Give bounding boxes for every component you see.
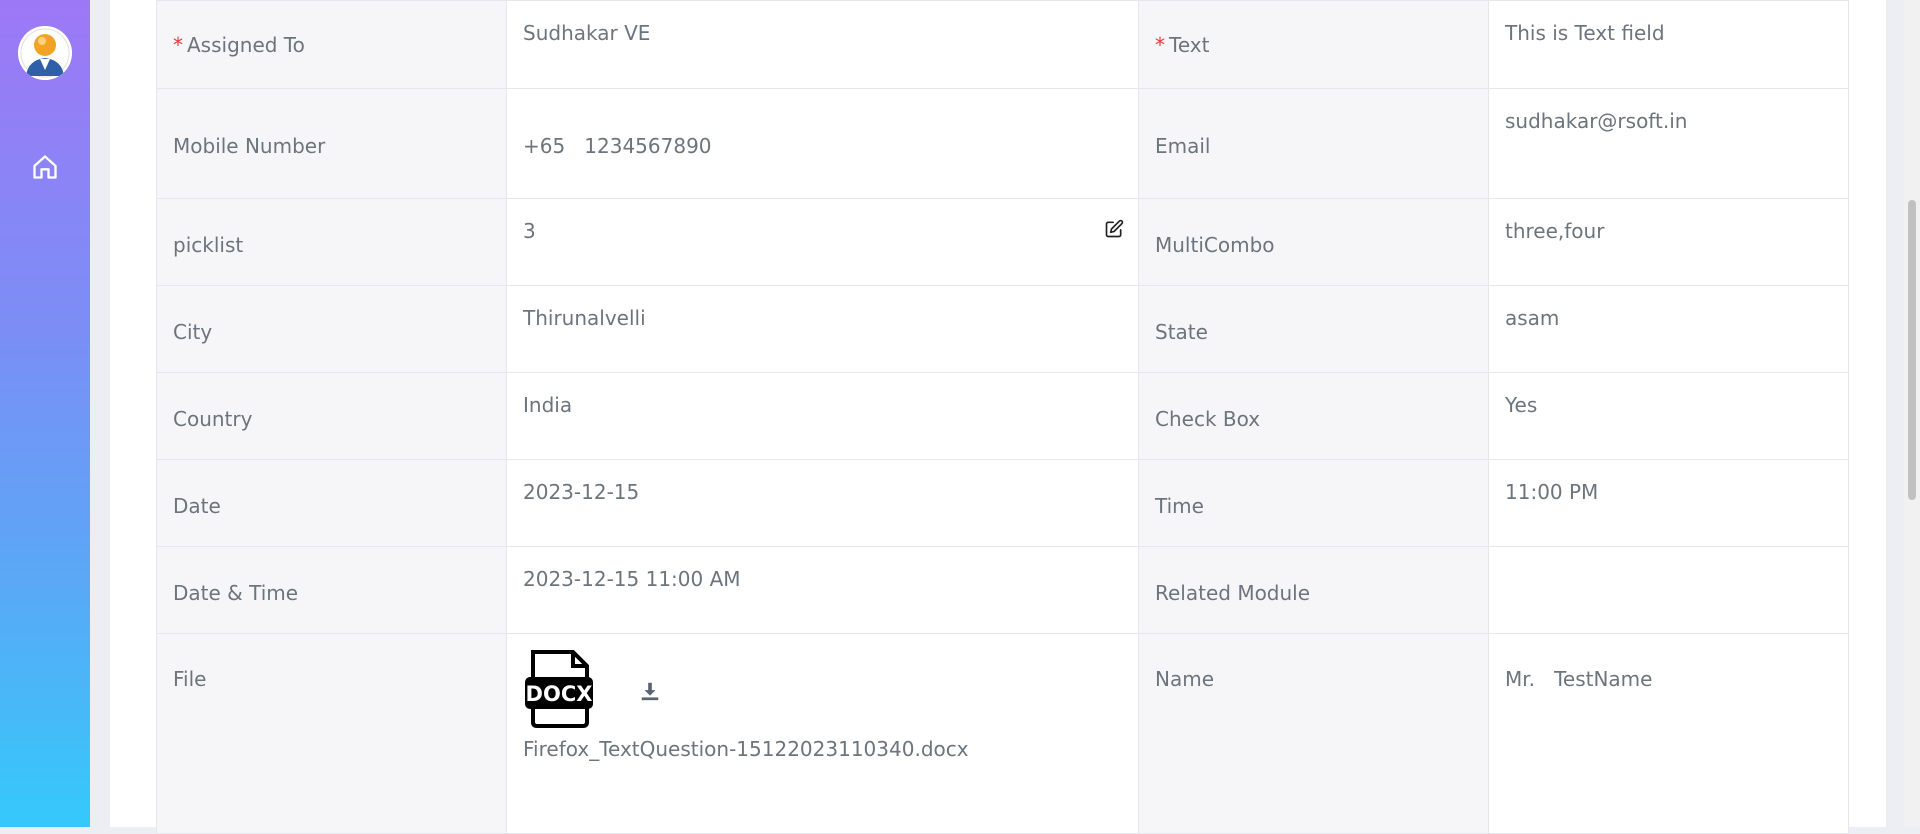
time-label-cell: Time [1138,459,1489,547]
mobile-value: +65 1234567890 [523,134,712,158]
date-label-cell: Date [156,459,507,547]
datetime-value-cell: 2023-12-15 11:00 AM [506,546,1139,634]
state-value: asam [1505,306,1560,330]
assigned-to-value-cell: Sudhakar VE [506,0,1139,89]
country-value: India [523,393,573,417]
city-label-cell: City [156,285,507,373]
table-row: File DOCX Firefox_TextQuestion-151220231… [156,633,1849,834]
email-value: sudhakar@rsoft.in [1505,109,1688,133]
text-label: Text [1169,33,1210,57]
text-value-cell: This is Text field [1488,0,1849,89]
docx-badge-text: DOCX [526,682,593,706]
multicombo-value-cell: three,four [1488,198,1849,286]
datetime-label: Date & Time [173,581,299,605]
related-module-value-cell [1488,546,1849,634]
picklist-value-cell: 3 [506,198,1139,286]
name-value-cell: Mr. TestName [1488,633,1849,834]
table-row: Date & Time 2023-12-15 11:00 AM Related … [156,546,1849,634]
table-row: * Assigned To Sudhakar VE * Text This is T… [156,0,1849,89]
time-value-cell: 11:00 PM [1488,459,1849,547]
checkbox-label: Check Box [1155,407,1261,431]
edit-icon[interactable] [1104,219,1124,239]
country-label-cell: Country [156,372,507,460]
country-value-cell: India [506,372,1139,460]
email-value-cell: sudhakar@rsoft.in [1488,88,1849,199]
date-value-cell: 2023-12-15 [506,459,1139,547]
picklist-value: 3 [523,219,536,243]
state-value-cell: asam [1488,285,1849,373]
checkbox-value: Yes [1505,393,1538,417]
name-label: Name [1155,667,1215,691]
file-label-cell: File [156,633,507,834]
required-marker: * [1155,33,1165,57]
file-label: File [173,667,207,691]
date-label: Date [173,494,221,518]
download-icon[interactable] [639,680,661,702]
home-icon[interactable] [31,153,59,181]
city-value: Thirunalvelli [523,306,646,330]
assigned-to-value: Sudhakar VE [523,21,651,45]
mobile-label-cell: Mobile Number [156,88,507,199]
state-label-cell: State [1138,285,1489,373]
user-avatar-icon[interactable] [18,26,72,80]
date-value: 2023-12-15 [523,480,640,504]
email-label: Email [1155,134,1211,158]
country-label: Country [173,407,253,431]
assigned-to-label-cell: * Assigned To [156,0,507,89]
datetime-value: 2023-12-15 11:00 AM [523,567,741,591]
related-module-label: Related Module [1155,581,1311,605]
text-value: This is Text field [1505,21,1665,45]
picklist-label: picklist [173,233,244,257]
table-row: City Thirunalvelli State asam [156,285,1849,373]
time-label: Time [1155,494,1204,518]
name-value: Mr. TestName [1505,667,1653,691]
table-row: Country India Check Box Yes [156,372,1849,460]
file-value-cell: DOCX Firefox_TextQuestion-15122023110340… [506,633,1139,834]
assigned-to-label: Assigned To [187,33,305,57]
picklist-label-cell: picklist [156,198,507,286]
name-label-cell: Name [1138,633,1489,834]
sidebar [0,0,90,827]
email-label-cell: Email [1138,88,1489,199]
multicombo-label-cell: MultiCombo [1138,198,1489,286]
table-row: Date 2023-12-15 Time 11:00 PM [156,459,1849,547]
table-row: picklist 3 MultiCombo three,four [156,198,1849,286]
checkbox-label-cell: Check Box [1138,372,1489,460]
mobile-label: Mobile Number [173,134,326,158]
record-detail-table: * Assigned To Sudhakar VE * Text This is T… [156,0,1849,834]
text-label-cell: * Text [1138,0,1489,89]
city-label: City [173,320,213,344]
scrollbar-thumb[interactable] [1908,200,1916,500]
table-row: Mobile Number +65 1234567890 Email sudha… [156,88,1849,199]
docx-file-icon[interactable]: DOCX [523,650,595,733]
checkbox-value-cell: Yes [1488,372,1849,460]
time-value: 11:00 PM [1505,480,1599,504]
multicombo-label: MultiCombo [1155,233,1275,257]
datetime-label-cell: Date & Time [156,546,507,634]
required-marker: * [173,33,183,57]
state-label: State [1155,320,1208,344]
related-module-value [1505,547,1832,567]
gutter [90,0,110,827]
file-name[interactable]: Firefox_TextQuestion-15122023110340.docx [523,737,1122,761]
multicombo-value: three,four [1505,219,1605,243]
mobile-value-cell: +65 1234567890 [506,88,1139,199]
city-value-cell: Thirunalvelli [506,285,1139,373]
related-module-label-cell: Related Module [1138,546,1489,634]
